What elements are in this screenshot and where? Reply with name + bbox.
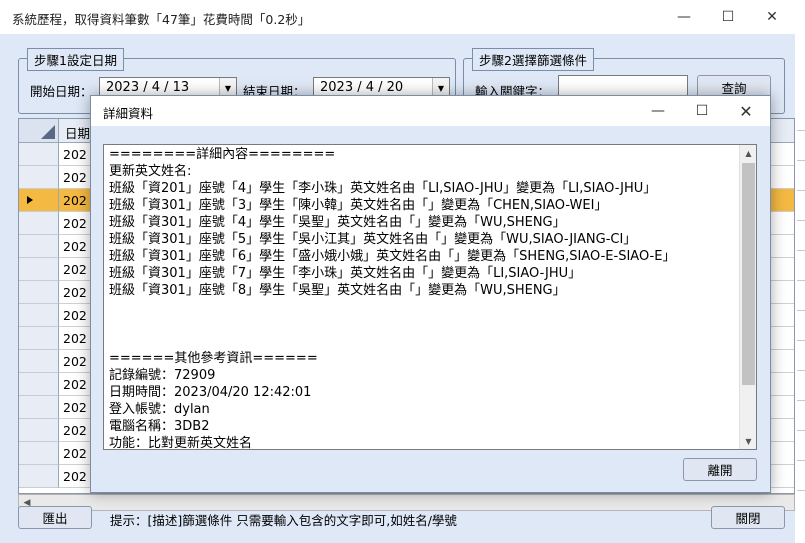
detail-textarea[interactable]: ========詳細內容======== 更新英文姓名: 班級「資201」座號「4」… bbox=[103, 144, 757, 450]
row-header[interactable] bbox=[19, 396, 59, 419]
detail-line: 電腦名稱：3DB2 bbox=[109, 419, 210, 434]
date-cell-text: 202 bbox=[63, 216, 87, 231]
window-title: 系統歷程，取得資料筆數「47筆」花費時間「0.2秒」 bbox=[12, 12, 311, 27]
detail-line: 記錄編號：72909 bbox=[109, 368, 216, 383]
vertical-scrollbar[interactable]: ▲ ▼ bbox=[739, 145, 756, 449]
close-icon[interactable]: ✕ bbox=[724, 94, 768, 128]
leave-button[interactable]: 離開 bbox=[683, 458, 757, 481]
scrollbar-thumb[interactable] bbox=[742, 163, 755, 385]
row-header[interactable] bbox=[19, 350, 59, 373]
detail-line: ========詳細內容======== bbox=[109, 147, 336, 162]
row-header[interactable] bbox=[19, 327, 59, 350]
start-date-value: 2023 / 4 / 13 bbox=[106, 80, 190, 95]
minimize-icon[interactable]: — bbox=[662, 0, 706, 34]
horizontal-scrollbar[interactable]: ◀ bbox=[18, 494, 795, 511]
row-header[interactable] bbox=[19, 235, 59, 258]
maximize-icon[interactable]: ☐ bbox=[680, 94, 724, 128]
row-header[interactable] bbox=[19, 465, 59, 488]
detail-line: 班級「資301」座號「7」學生「李小珠」英文姓名由「」變更為「LI,SIAO-J… bbox=[109, 266, 582, 281]
detail-text: ========詳細內容======== 更新英文姓名: 班級「資201」座號「4」… bbox=[109, 146, 739, 450]
date-cell-text: 202 bbox=[63, 308, 87, 323]
row-header[interactable] bbox=[19, 281, 59, 304]
window-titlebar[interactable]: 系統歷程，取得資料筆數「47筆」花費時間「0.2秒」 — ☐ ✕ bbox=[0, 0, 795, 34]
detail-line: 更新英文姓名: bbox=[109, 164, 192, 179]
date-cell-text: 202 bbox=[63, 262, 87, 277]
current-row-arrow-icon bbox=[27, 196, 33, 204]
minimize-icon[interactable]: — bbox=[636, 94, 680, 128]
date-cell-text: 202 bbox=[63, 147, 87, 162]
date-cell-text: 202 bbox=[63, 239, 87, 254]
row-header[interactable] bbox=[19, 258, 59, 281]
close-button[interactable]: 關閉 bbox=[711, 506, 785, 529]
detail-line: ======其他參考資訊====== bbox=[109, 351, 318, 366]
detail-line: 日期時間：2023/04/20 12:42:01 bbox=[109, 385, 312, 400]
date-cell-text: 202 bbox=[63, 423, 87, 438]
detail-line bbox=[109, 299, 739, 316]
date-cell-text: 202 bbox=[63, 170, 87, 185]
row-header[interactable] bbox=[19, 419, 59, 442]
detail-line: 班級「資301」座號「6」學生「盛小娥小娥」英文姓名由「」變更為「SHENG,S… bbox=[109, 249, 676, 264]
row-header[interactable] bbox=[19, 212, 59, 235]
detail-line: 班級「資201」座號「4」學生「李小珠」英文姓名由「LI,SIAO-JHU」變更… bbox=[109, 181, 657, 196]
scroll-down-icon[interactable]: ▼ bbox=[740, 433, 756, 449]
dialog-body: ========詳細內容======== 更新英文姓名: 班級「資201」座號「4」… bbox=[91, 126, 770, 492]
row-header[interactable] bbox=[19, 189, 59, 212]
detail-line: 班級「資301」座號「3」學生「陳小韓」英文姓名由「」變更為「CHEN,SIAO… bbox=[109, 198, 608, 213]
end-date-value: 2023 / 4 / 20 bbox=[320, 80, 404, 95]
detail-line: 功能：比對更新英文姓名 bbox=[109, 436, 253, 450]
date-cell-text: 202 bbox=[63, 469, 87, 484]
date-cell-text: 202 bbox=[63, 400, 87, 415]
detail-line: 班級「資301」座號「8」學生「吳聖」英文姓名由「」變更為「WU,SHENG」 bbox=[109, 283, 566, 298]
step2-legend: 步驟2選擇篩選條件 bbox=[472, 48, 594, 71]
date-cell-text: 202 bbox=[63, 193, 87, 208]
detail-line: 登入帳號：dylan bbox=[109, 402, 210, 417]
maximize-icon[interactable]: ☐ bbox=[706, 0, 750, 34]
date-column-header: 日期 bbox=[65, 126, 91, 141]
scroll-up-icon[interactable]: ▲ bbox=[740, 145, 756, 161]
row-header[interactable] bbox=[19, 166, 59, 189]
hint-text: 提示：[描述]篩選條件 只需要輸入包含的文字即可,如姓名/學號 bbox=[110, 513, 457, 528]
row-header[interactable] bbox=[19, 143, 59, 166]
grid-select-all[interactable] bbox=[19, 119, 59, 143]
detail-line bbox=[109, 316, 739, 333]
date-cell-text: 202 bbox=[63, 285, 87, 300]
date-cell-text: 202 bbox=[63, 446, 87, 461]
detail-line: 班級「資301」座號「4」學生「吳聖」英文姓名由「」變更為「WU,SHENG」 bbox=[109, 215, 566, 230]
date-cell-text: 202 bbox=[63, 331, 87, 346]
start-date-label: 開始日期： bbox=[30, 84, 93, 99]
detail-line bbox=[109, 333, 739, 350]
date-cell-text: 202 bbox=[63, 354, 87, 369]
close-icon[interactable]: ✕ bbox=[750, 0, 794, 34]
step1-legend: 步驟1設定日期 bbox=[27, 48, 124, 71]
date-cell-text: 202 bbox=[63, 377, 87, 392]
dialog-title: 詳細資料 bbox=[103, 106, 154, 121]
detail-line: 班級「資301」座號「5」學生「吳小江其」英文姓名由「」變更為「WU,SIAO-… bbox=[109, 232, 637, 247]
row-header[interactable] bbox=[19, 442, 59, 465]
detail-dialog: 詳細資料 — ☐ ✕ ========詳細內容======== 更新英文姓名: 班級… bbox=[90, 95, 771, 493]
dialog-titlebar[interactable]: 詳細資料 — ☐ ✕ bbox=[91, 96, 770, 126]
row-header[interactable] bbox=[19, 373, 59, 396]
row-header[interactable] bbox=[19, 304, 59, 327]
export-button[interactable]: 匯出 bbox=[18, 506, 92, 529]
